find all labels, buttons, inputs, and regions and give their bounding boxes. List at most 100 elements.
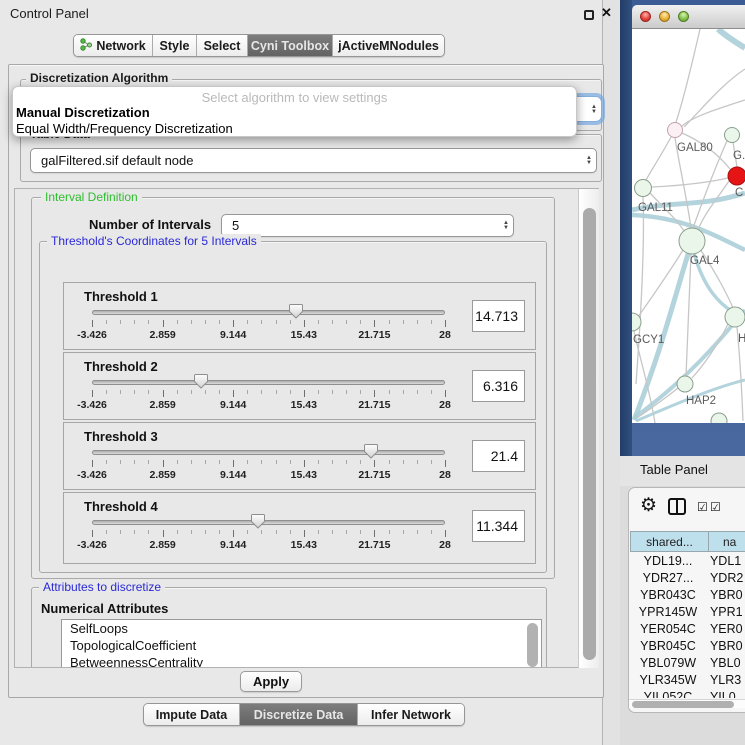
checkbox-checked-icon[interactable]: ☑ <box>710 500 721 514</box>
table-row[interactable]: YPR145WYPR1 <box>630 603 745 620</box>
slider-track[interactable] <box>92 520 445 525</box>
slider-tick <box>445 530 446 537</box>
slider-tick <box>134 460 135 464</box>
slider-tick-label: 28 <box>439 399 451 411</box>
popup-option-manual[interactable]: Manual Discretization <box>16 105 150 120</box>
slider-track[interactable] <box>92 380 445 385</box>
column-header-name[interactable]: na <box>708 531 745 552</box>
attributes-title: Attributes to discretize <box>39 580 165 594</box>
list-scrollbar[interactable] <box>524 622 539 666</box>
red-node[interactable] <box>728 167 745 185</box>
table-data-combobox[interactable]: galFiltered.sif default node ▲▼ <box>30 148 597 173</box>
table-row[interactable]: YBL079WYBL0 <box>630 654 745 671</box>
zoom-traffic-light-icon[interactable] <box>678 11 689 22</box>
combo-stepper-icon[interactable]: ▲▼ <box>587 105 601 114</box>
slider-thumb[interactable] <box>251 513 265 529</box>
tab-infer-network[interactable]: Infer Network <box>358 704 464 725</box>
network-edge <box>638 250 683 317</box>
table-hscrollbar[interactable] <box>629 699 745 708</box>
tab-style[interactable]: Style <box>153 35 197 56</box>
tab-impute-data[interactable]: Impute Data <box>144 704 240 725</box>
numerical-attributes-list[interactable]: SelfLoopsTopologicalCoefficientBetweenne… <box>61 619 542 668</box>
slider-tick <box>191 460 192 464</box>
bottom-node[interactable] <box>711 413 727 423</box>
table-row[interactable]: YER054CYER0 <box>630 620 745 637</box>
slider-tick <box>290 390 291 394</box>
slider-tick-label: 21.715 <box>358 539 390 551</box>
gal11-node[interactable] <box>635 180 652 197</box>
slider-track[interactable] <box>92 450 445 455</box>
slider-tick <box>276 390 277 394</box>
slider-thumb[interactable] <box>194 373 208 389</box>
minimize-traffic-light-icon[interactable] <box>659 11 670 22</box>
tab-select[interactable]: Select <box>197 35 248 56</box>
gal4-node[interactable] <box>679 228 705 254</box>
slider-tick <box>276 460 277 464</box>
h-node[interactable] <box>725 307 745 327</box>
slider-tick <box>106 530 107 534</box>
slider-tick <box>261 530 262 534</box>
column-header-shared-name[interactable]: shared... <box>630 531 709 552</box>
list-item[interactable]: TopologicalCoefficient <box>62 637 541 654</box>
name-cell: YBR0 <box>706 588 745 602</box>
split-columns-icon[interactable] <box>668 498 686 515</box>
name-cell: YIL0 <box>706 690 745 699</box>
network-edge <box>684 69 745 127</box>
table-row[interactable]: YLR345WYLR3 <box>630 671 745 688</box>
slider-tick-label: 9.144 <box>220 539 246 551</box>
slider-track[interactable] <box>92 310 445 315</box>
close-icon[interactable]: ✕ <box>601 5 612 21</box>
slider-tick <box>191 320 192 324</box>
apply-button[interactable]: Apply <box>240 671 302 692</box>
slider-tick-label: -3.426 <box>77 399 107 411</box>
slider-tick <box>332 390 333 394</box>
slider-tick <box>163 530 164 537</box>
shared-name-cell: YDL19... <box>630 554 706 568</box>
threshold-value-field[interactable]: 11.344 <box>472 510 525 542</box>
gear-icon[interactable]: ⚙ <box>640 494 657 517</box>
slider-tick <box>163 460 164 467</box>
threshold-value-field[interactable]: 14.713 <box>472 300 525 332</box>
combo-stepper-icon[interactable]: ▲▼ <box>582 156 596 165</box>
slider-tick <box>389 390 390 394</box>
slider-tick-label: 2.859 <box>149 399 175 411</box>
network-edge <box>646 137 671 180</box>
pink-node[interactable] <box>668 123 683 138</box>
tab-discretize-data[interactable]: Discretize Data <box>240 704 358 725</box>
table-row[interactable]: YIL052CYIL0 <box>630 688 745 698</box>
hap2-node[interactable] <box>677 376 693 392</box>
numerical-attributes-label: Numerical Attributes <box>41 601 168 616</box>
tab-label: Infer Network <box>371 708 451 722</box>
panel-scrollbar[interactable] <box>578 189 599 668</box>
green-top-node[interactable] <box>725 128 740 143</box>
slider-tick-label: 28 <box>439 469 451 481</box>
slider-tick <box>205 320 206 324</box>
panel-scrollbar-thumb[interactable] <box>583 208 596 660</box>
list-item[interactable]: BetweennessCentrality <box>62 654 541 668</box>
table-row[interactable]: YBR045CYBR0 <box>630 637 745 654</box>
table-hscrollbar-thumb[interactable] <box>632 701 734 708</box>
list-item[interactable]: SelfLoops <box>62 620 541 637</box>
slider-tick <box>403 320 404 324</box>
slider-tick <box>389 320 390 324</box>
checkbox-checked-icon[interactable]: ☑ <box>697 500 708 514</box>
threshold-value-field[interactable]: 6.316 <box>472 370 525 402</box>
slider-thumb[interactable] <box>364 443 378 459</box>
tab-jactivemnodules[interactable]: jActiveMNodules <box>333 35 444 56</box>
network-canvas[interactable]: GAL80G.CGAL11GAL4GCY1HHAP2 <box>632 29 745 423</box>
number-of-intervals-combobox[interactable]: 5 ▲▼ <box>221 214 514 237</box>
slider-tick <box>120 390 121 394</box>
table-row[interactable]: YBR043CYBR0 <box>630 586 745 603</box>
tab-cyni-toolbox[interactable]: Cyni Toolbox <box>248 35 333 56</box>
combo-stepper-icon[interactable]: ▲▼ <box>499 221 513 230</box>
tab-network[interactable]: Network <box>74 35 153 56</box>
list-scrollbar-thumb[interactable] <box>527 623 538 667</box>
threshold-value-field[interactable]: 21.4 <box>472 440 525 472</box>
table-row[interactable]: YDR27...YDR2 <box>630 569 745 586</box>
table-row[interactable]: YDL19...YDL1 <box>630 552 745 569</box>
close-traffic-light-icon[interactable] <box>640 11 651 22</box>
float-window-icon[interactable] <box>584 10 594 20</box>
slider-thumb[interactable] <box>289 303 303 319</box>
slider-tick <box>431 320 432 324</box>
popup-option-equal-width[interactable]: Equal Width/Frequency Discretization <box>16 121 233 136</box>
